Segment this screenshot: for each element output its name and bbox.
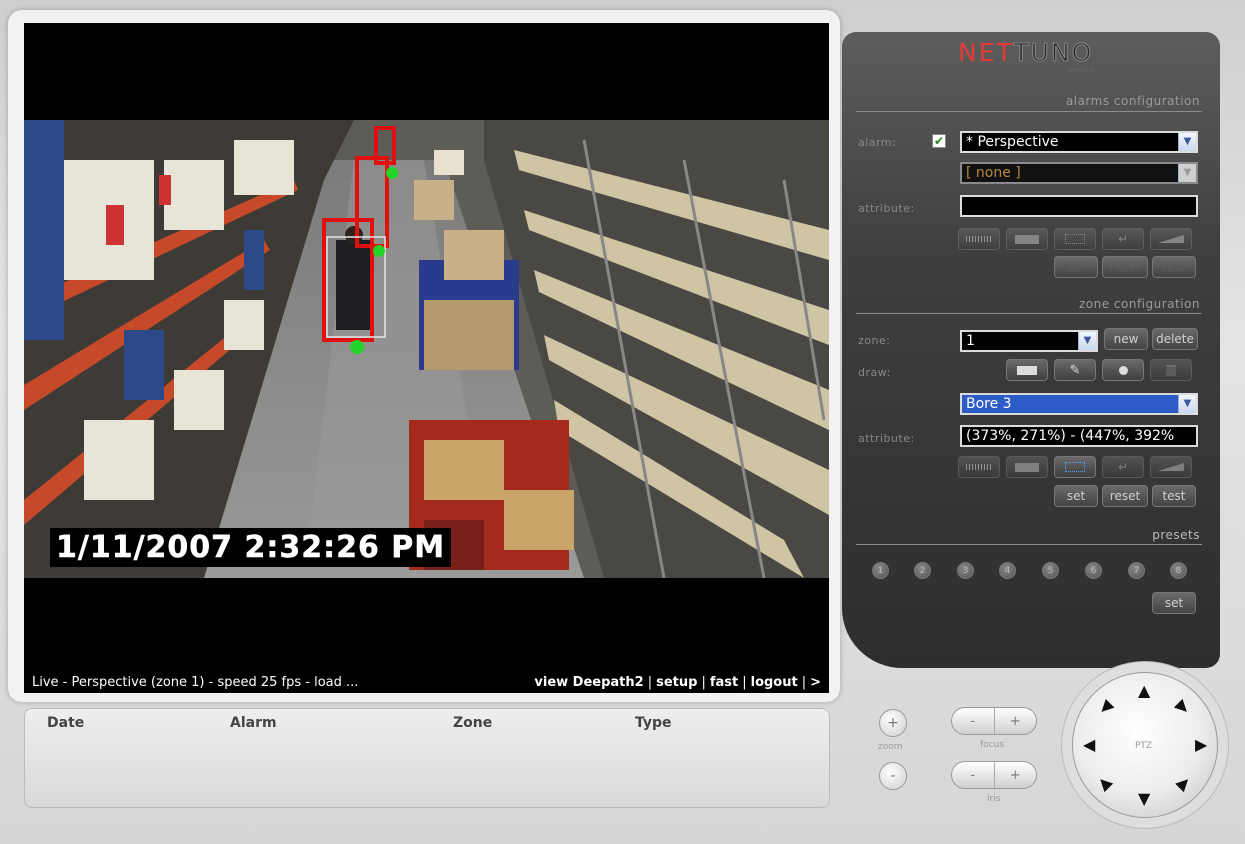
divider (856, 544, 1202, 545)
zone-config-title: zone configuration (1078, 297, 1200, 311)
alarm-enabled-checkbox[interactable]: ✔ (932, 134, 946, 148)
zone-new-button[interactable]: new (1104, 328, 1148, 350)
ruler-tool-icon[interactable] (958, 456, 1000, 478)
pan-down-arrow-icon[interactable]: ▼ (1138, 791, 1150, 807)
chevron-down-icon: ▼ (1178, 133, 1196, 151)
zone-test-button[interactable]: test (1152, 485, 1196, 507)
focus-plus-button[interactable]: + (993, 708, 1037, 734)
preset-3-button[interactable]: 3 (957, 562, 974, 579)
zone-type-select[interactable]: Bore 3 ▼ (960, 393, 1198, 415)
alarm-test-button[interactable]: test (1152, 256, 1196, 278)
iris-control: - + (951, 761, 1037, 789)
video-viewport: 1/11/2007 2:32:26 PM Live - Perspective … (24, 23, 829, 693)
slope-tool-icon[interactable] (1150, 456, 1192, 478)
divider (856, 111, 1202, 112)
setup-link[interactable]: setup (656, 675, 697, 690)
pan-down-right-arrow-icon[interactable]: ▶ (1172, 772, 1194, 794)
chevron-down-icon: ▼ (1178, 164, 1196, 182)
divider (856, 313, 1202, 314)
zone-delete-button[interactable]: delete (1152, 328, 1198, 350)
ptz-label: PTZ (1135, 741, 1153, 751)
preset-5-button[interactable]: 5 (1042, 562, 1059, 579)
focus-minus-button[interactable]: - (952, 708, 994, 734)
iris-plus-button[interactable]: + (993, 762, 1037, 788)
zone-select[interactable]: 1 ▼ (960, 330, 1098, 352)
alarm-attribute-label: attribute: (858, 202, 915, 215)
zoom-out-button[interactable]: - (879, 762, 907, 790)
trash-icon[interactable] (1150, 359, 1192, 381)
control-panel: NETTUNO series alarms configuration alar… (842, 32, 1220, 668)
pan-down-left-arrow-icon[interactable]: ◀ (1094, 772, 1116, 794)
camera-feed-image[interactable]: 1/11/2007 2:32:26 PM (24, 120, 829, 578)
draw-pencil-icon[interactable]: ✎ (1054, 359, 1096, 381)
zoom-in-button[interactable]: + (879, 709, 907, 737)
return-tool-icon[interactable]: ↵ (1102, 456, 1144, 478)
column-date[interactable]: Date (47, 715, 84, 731)
pan-left-arrow-icon[interactable]: ◀ (1083, 737, 1095, 753)
zone-reset-button[interactable]: reset (1102, 485, 1148, 507)
preset-8-button[interactable]: 8 (1170, 562, 1187, 579)
rectangle-tool-icon[interactable] (1006, 456, 1048, 478)
column-type[interactable]: Type (635, 715, 672, 731)
rectangle-tool-icon[interactable] (1006, 228, 1048, 250)
resize-tool-icon[interactable] (1054, 456, 1096, 478)
pan-up-left-arrow-icon[interactable]: ◀ (1094, 696, 1116, 718)
alarm-log-table: Date Alarm Zone Type (24, 708, 830, 808)
brand-subtitle: series (1068, 66, 1095, 74)
column-zone[interactable]: Zone (453, 715, 492, 731)
preset-set-button[interactable]: set (1152, 592, 1196, 614)
preset-6-button[interactable]: 6 (1085, 562, 1102, 579)
preset-1-button[interactable]: 1 (872, 562, 889, 579)
draw-rectangle-icon[interactable] (1006, 359, 1048, 381)
return-tool-icon[interactable]: ↵ (1102, 228, 1144, 250)
alarm-type-select[interactable]: * Perspective ▼ (960, 131, 1198, 153)
zone-set-button[interactable]: set (1054, 485, 1098, 507)
chevron-down-icon: ▼ (1078, 332, 1096, 350)
ptz-control[interactable]: PTZ ▲ ▼ ◀ ▶ ◀ ▶ ◀ ▶ (1072, 672, 1218, 818)
focus-control: - + (951, 707, 1037, 735)
focus-label: focus (980, 740, 1005, 750)
ruler-tool-icon[interactable] (958, 228, 1000, 250)
draw-label: draw: (858, 366, 891, 379)
zone-label: zone: (858, 334, 891, 347)
pan-up-arrow-icon[interactable]: ▲ (1138, 683, 1150, 699)
pan-right-arrow-icon[interactable]: ▶ (1195, 737, 1207, 753)
alarms-config-title: alarms configuration (1065, 94, 1200, 108)
logout-link[interactable]: logout (751, 675, 798, 690)
stream-status-text: Live - Perspective (zone 1) - speed 25 f… (32, 674, 359, 690)
zoom-label: zoom (878, 742, 903, 752)
iris-minus-button[interactable]: - (952, 762, 994, 788)
video-timestamp: 1/11/2007 2:32:26 PM (50, 528, 452, 567)
iris-label: iris (987, 794, 1001, 804)
video-links: view Deepath2 | setup | fast | logout | > (534, 674, 821, 690)
alarm-label: alarm: (858, 136, 897, 149)
expand-link[interactable]: > (810, 675, 821, 690)
alarm-attribute-field[interactable] (960, 195, 1198, 217)
pan-up-right-arrow-icon[interactable]: ▶ (1172, 696, 1194, 718)
slope-tool-icon[interactable] (1150, 228, 1192, 250)
zone-attribute-field[interactable]: (373%, 271%) - (447%, 392% (960, 425, 1198, 447)
alarm-reset-button[interactable]: reset (1102, 256, 1148, 278)
alarm-log-header: Date Alarm Zone Type (25, 709, 829, 731)
preset-4-button[interactable]: 4 (999, 562, 1016, 579)
alarm-set-button[interactable]: set (1054, 256, 1098, 278)
presets-title: presets (1152, 528, 1200, 542)
video-status-bar: Live - Perspective (zone 1) - speed 25 f… (24, 671, 829, 693)
column-alarm[interactable]: Alarm (230, 715, 277, 731)
alarm-secondary-select[interactable]: [ none ] ▼ (960, 162, 1198, 184)
chevron-down-icon: ▼ (1178, 395, 1196, 413)
view-camera-link[interactable]: view Deepath2 (534, 675, 643, 690)
fast-link[interactable]: fast (710, 675, 738, 690)
preset-7-button[interactable]: 7 (1128, 562, 1145, 579)
warehouse-scene (24, 120, 829, 578)
brand-logo: NETTUNO (958, 38, 1094, 68)
preset-2-button[interactable]: 2 (914, 562, 931, 579)
draw-point-icon[interactable] (1102, 359, 1144, 381)
resize-tool-icon[interactable] (1054, 228, 1096, 250)
zone-attribute-label: attribute: (858, 432, 915, 445)
